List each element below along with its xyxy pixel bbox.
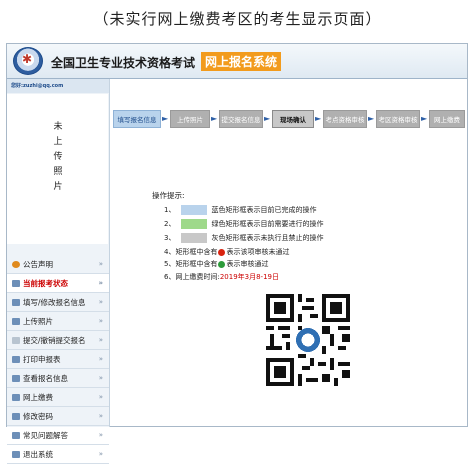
sidebar-item-label: 填写/修改报名信息 (23, 298, 86, 307)
tip-text: 表示该项审核未通过 (226, 248, 290, 256)
sidebar-item-password[interactable]: 修改密码 » (7, 407, 109, 426)
step-onsite-confirm[interactable]: 现场确认 (272, 110, 314, 128)
chevron-right-icon: » (98, 279, 103, 287)
arrow-right-icon: ► (162, 114, 169, 123)
sidebar-item-label: 退出系统 (23, 450, 53, 459)
user-greeting: 您好:zuzhi@qq.com (7, 79, 109, 93)
arrow-right-icon: ► (264, 114, 271, 123)
tip-text: 矩形框中含有 (175, 260, 218, 268)
chevron-right-icon: » (98, 412, 103, 420)
payment-date: 2019年3月8-19日 (219, 273, 279, 281)
header-banner: 全国卫生专业技术资格考试 网上报名系统 (7, 44, 467, 79)
system-title: 全国卫生专业技术资格考试 (51, 56, 196, 70)
payment-icon (12, 394, 20, 401)
chevron-right-icon: » (98, 298, 103, 306)
help-icon (12, 432, 20, 439)
system-title-highlight: 网上报名系统 (201, 52, 282, 71)
chevron-right-icon: » (98, 450, 103, 458)
tip-text: 灰色矩形框表示未执行且禁止的操作 (211, 234, 324, 242)
print-icon (12, 356, 20, 363)
blue-swatch (181, 205, 208, 215)
sidebar-item-label: 公告声明 (23, 260, 53, 269)
tip-text: 表示审核通过 (226, 260, 269, 268)
tip-text: 网上缴费时间: (175, 273, 220, 281)
chevron-right-icon: » (98, 431, 103, 439)
gray-swatch (181, 233, 208, 243)
logout-icon (12, 451, 20, 458)
status-icon (12, 280, 20, 287)
photo-placeholder: 未上传照片 (7, 94, 108, 244)
sidebar-item-edit-info[interactable]: 填写/修改报名信息 » (7, 293, 109, 312)
sidebar-item-label: 提交/撤销提交报名 (23, 336, 86, 345)
tips-heading: 操作提示: (152, 191, 185, 200)
sidebar-item-logout[interactable]: 退出系统 » (7, 445, 109, 464)
arrow-right-icon: ► (315, 114, 322, 123)
tip-number: 2、 (164, 220, 176, 228)
step-submit-info[interactable]: 提交报名信息 (219, 110, 263, 128)
sidebar-item-upload-photo[interactable]: 上传照片 » (7, 312, 109, 331)
key-icon (12, 413, 20, 420)
step-region-review[interactable]: 考区资格审核 (376, 110, 420, 128)
sidebar-item-label: 打印申报表 (23, 355, 61, 364)
tip-item-3: 3、 灰色矩形框表示未执行且禁止的操作 (164, 233, 323, 243)
tip-text: 绿色矩形框表示目前需要进行的操作 (211, 220, 324, 228)
chevron-right-icon: » (98, 317, 103, 325)
emblem-logo (13, 47, 43, 75)
sidebar: 您好:zuzhi@qq.com 未上传照片 公告声明 » 当前报考状态 » 填写/修… (7, 79, 110, 464)
fail-icon (218, 248, 226, 256)
tip-item-2: 2、 绿色矩形框表示目前需要进行的操作 (164, 219, 323, 229)
step-fill-info[interactable]: 填写报名信息 (113, 110, 161, 128)
chevron-right-icon: » (98, 260, 103, 268)
sidebar-item-label: 上传照片 (23, 317, 53, 326)
tip-item-1: 1、 蓝色矩形框表示目前已完成的操作 (164, 205, 316, 215)
arrow-right-icon: ► (421, 114, 428, 123)
step-online-payment[interactable]: 网上缴费 (429, 110, 465, 128)
step-upload-photo[interactable]: 上传照片 (170, 110, 210, 128)
arrow-right-icon: ► (211, 114, 218, 123)
sidebar-item-faq[interactable]: 常见问题解答 » (7, 426, 109, 445)
document-icon (12, 337, 20, 344)
tip-number: 4、 (164, 248, 176, 256)
sidebar-item-label: 查看报名信息 (23, 374, 68, 383)
sidebar-item-label: 当前报考状态 (23, 279, 68, 288)
tip-number: 3、 (164, 234, 176, 242)
chevron-right-icon: » (98, 393, 103, 401)
green-swatch (181, 219, 208, 229)
chevron-right-icon: » (98, 355, 103, 363)
sidebar-item-submit[interactable]: 提交/撤销提交报名 » (7, 331, 109, 350)
tip-text: 矩形框中含有 (175, 248, 218, 256)
arrow-right-icon: ► (368, 114, 375, 123)
upload-icon (12, 318, 20, 325)
announcement-icon (12, 261, 20, 268)
page-caption: （未实行网上缴费考区的考生显示页面） (93, 10, 382, 28)
view-icon (12, 375, 20, 382)
tip-number: 5、 (164, 260, 176, 268)
photo-placeholder-text: 未上传照片 (53, 122, 63, 192)
chevron-right-icon: » (98, 336, 103, 344)
sidebar-item-announcement[interactable]: 公告声明 » (7, 255, 109, 274)
qr-code-icon (266, 294, 350, 386)
pass-icon (218, 260, 226, 268)
tip-item-4: 4、矩形框中含有 表示该项审核未通过 (164, 247, 289, 257)
sidebar-item-payment[interactable]: 网上缴费 » (7, 388, 109, 407)
sidebar-item-label: 修改密码 (23, 412, 53, 421)
sidebar-item-status[interactable]: 当前报考状态 » (7, 274, 109, 293)
sidebar-item-label: 网上缴费 (23, 393, 53, 402)
sidebar-item-label: 常见问题解答 (23, 431, 68, 440)
sidebar-item-print[interactable]: 打印申报表 » (7, 350, 109, 369)
tip-text: 蓝色矩形框表示目前已完成的操作 (211, 206, 317, 214)
tip-item-6: 6、网上缴费时间:2019年3月8-19日 (164, 272, 279, 282)
tip-number: 1、 (164, 206, 176, 214)
chevron-right-icon: » (98, 374, 103, 382)
step-site-review[interactable]: 考点资格审核 (323, 110, 367, 128)
sidebar-item-view-info[interactable]: 查看报名信息 » (7, 369, 109, 388)
tip-number: 6、 (164, 273, 176, 281)
tip-item-5: 5、矩形框中含有 表示审核通过 (164, 259, 268, 269)
edit-icon (12, 299, 20, 306)
